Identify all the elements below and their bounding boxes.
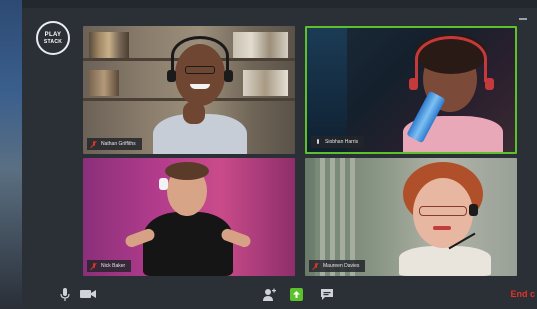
person-body — [399, 246, 491, 276]
participant-video-maureen — [385, 162, 505, 276]
participant-video-nathan — [145, 36, 255, 154]
participant-name: Maureen Davies — [323, 263, 360, 269]
name-tag: Nathan Griffiths — [87, 138, 142, 150]
microphone-icon[interactable] — [60, 288, 70, 302]
minimize-icon[interactable] — [519, 18, 527, 20]
video-tile-nathan[interactable]: Nathan Griffiths — [83, 26, 295, 154]
video-tile-nick[interactable]: Nick Baker — [83, 158, 295, 276]
app-logo: PLAY STACK — [36, 21, 70, 55]
background-light — [307, 28, 347, 152]
video-call-screenshot: PLAY STACK Nathan Griffiths Siobhan Harr… — [0, 0, 537, 309]
end-call-button[interactable]: End c — [510, 289, 535, 299]
headset-ear — [159, 178, 168, 190]
name-tag: Maureen Davies — [309, 260, 366, 272]
mic-muted-icon — [313, 262, 319, 270]
logo-text-top: PLAY — [44, 31, 62, 38]
mic-muted-icon — [91, 140, 97, 148]
participant-name: Siobhan Harris — [325, 139, 359, 145]
glasses-icon — [185, 66, 215, 74]
headset-icon — [415, 36, 487, 82]
call-window: PLAY STACK Nathan Griffiths Siobhan Harr… — [22, 8, 537, 309]
video-tile-siobhan[interactable]: Siobhan Harris — [305, 26, 517, 154]
mic-icon — [315, 138, 321, 146]
person-hair — [165, 162, 209, 180]
glasses-icon — [419, 206, 467, 216]
headset-ear — [485, 78, 494, 90]
headset-ear — [469, 204, 478, 216]
name-tag: Siobhan Harris — [311, 136, 365, 148]
participant-name: Nick Baker — [101, 263, 126, 269]
chat-icon[interactable] — [320, 288, 334, 301]
add-user-icon[interactable] — [262, 288, 276, 302]
camera-icon[interactable] — [80, 288, 96, 300]
headset-ear — [409, 78, 418, 90]
background-photo-edge — [0, 0, 22, 309]
logo-text-bottom: STACK — [43, 38, 63, 45]
books — [89, 32, 129, 58]
share-screen-button[interactable] — [290, 288, 303, 301]
headset-ear — [224, 70, 233, 82]
person-body — [143, 212, 233, 276]
window-blinds — [315, 158, 355, 276]
participant-video-siobhan — [397, 32, 507, 152]
mic-muted-icon — [91, 262, 97, 270]
call-toolbar: End c — [22, 280, 537, 309]
lips — [433, 226, 451, 230]
video-tile-maureen[interactable]: Maureen Davies — [305, 158, 517, 276]
books — [89, 70, 119, 96]
participant-video-nick — [123, 160, 253, 276]
smile — [190, 84, 210, 89]
person-hand — [183, 102, 205, 124]
share-screen-icon — [290, 288, 303, 301]
participant-name: Nathan Griffiths — [101, 141, 136, 147]
headset-ear — [167, 70, 176, 82]
name-tag: Nick Baker — [87, 260, 132, 272]
